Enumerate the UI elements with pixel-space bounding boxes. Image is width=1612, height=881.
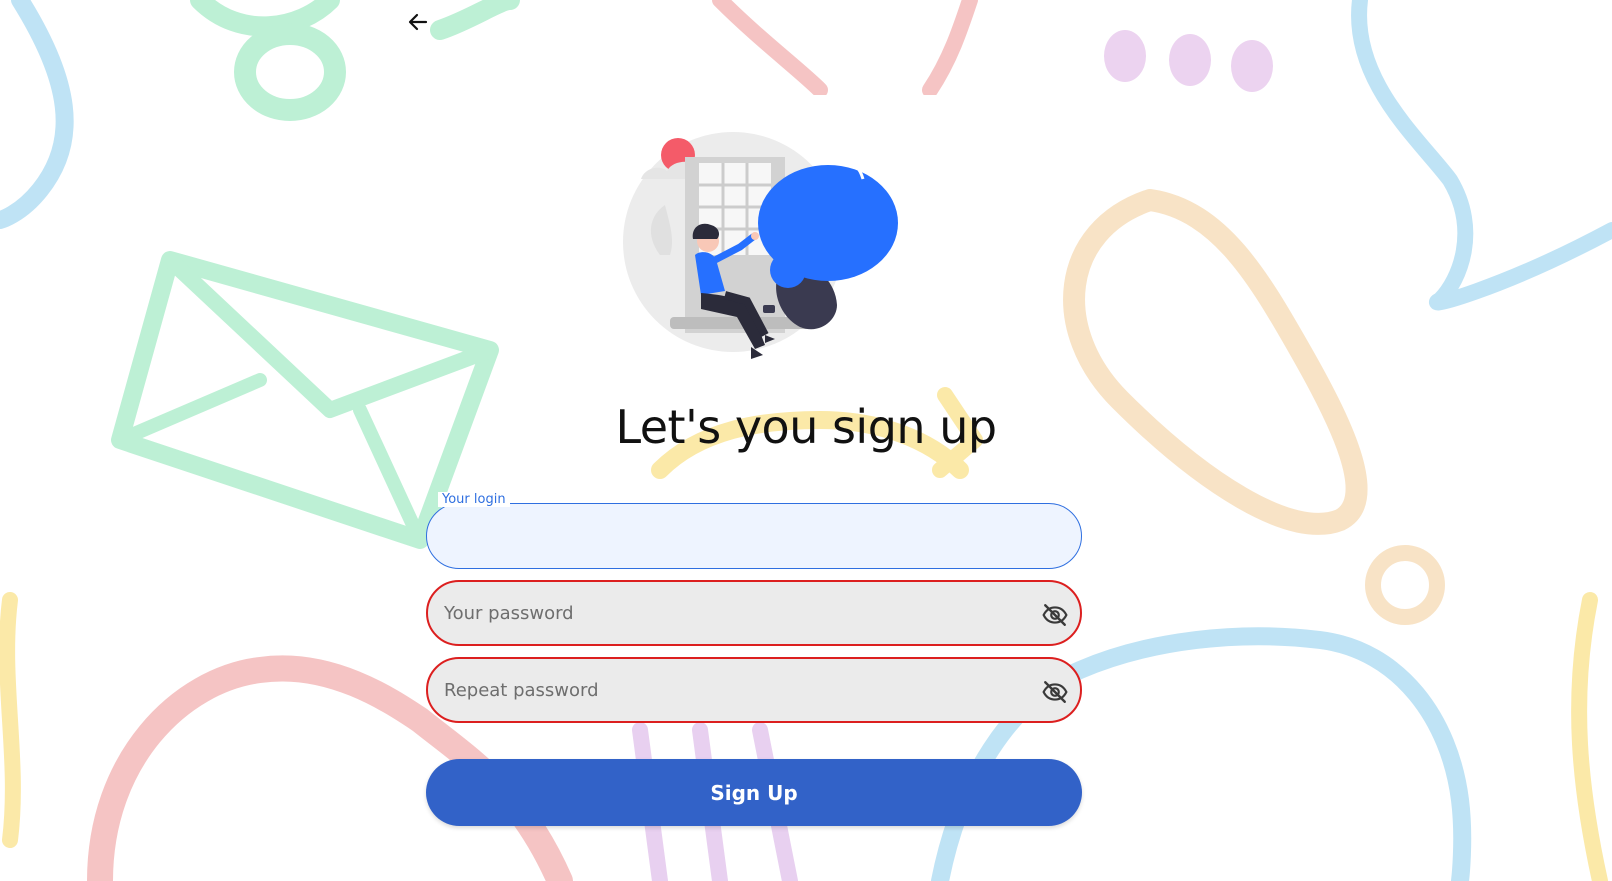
repeat-password-input[interactable] — [444, 659, 1024, 721]
repeat-password-field[interactable] — [426, 657, 1082, 723]
password-visibility-toggle[interactable] — [1042, 602, 1068, 628]
eye-off-icon — [1042, 604, 1068, 626]
password-field[interactable] — [426, 580, 1082, 646]
page-title: Let's you sign up — [615, 400, 997, 454]
sign-up-button[interactable]: Sign Up — [426, 759, 1082, 826]
woman-at-window-illustration — [623, 132, 898, 359]
eye-off-icon — [1042, 681, 1068, 703]
login-input[interactable] — [443, 504, 1023, 568]
back-button[interactable] — [404, 8, 432, 36]
login-field[interactable] — [426, 503, 1082, 569]
repeat-password-visibility-toggle[interactable] — [1042, 679, 1068, 705]
login-field-label: Your login — [438, 492, 510, 507]
arrow-left-icon — [408, 13, 428, 31]
password-input[interactable] — [444, 582, 1024, 644]
illustration-panel — [575, 95, 937, 400]
